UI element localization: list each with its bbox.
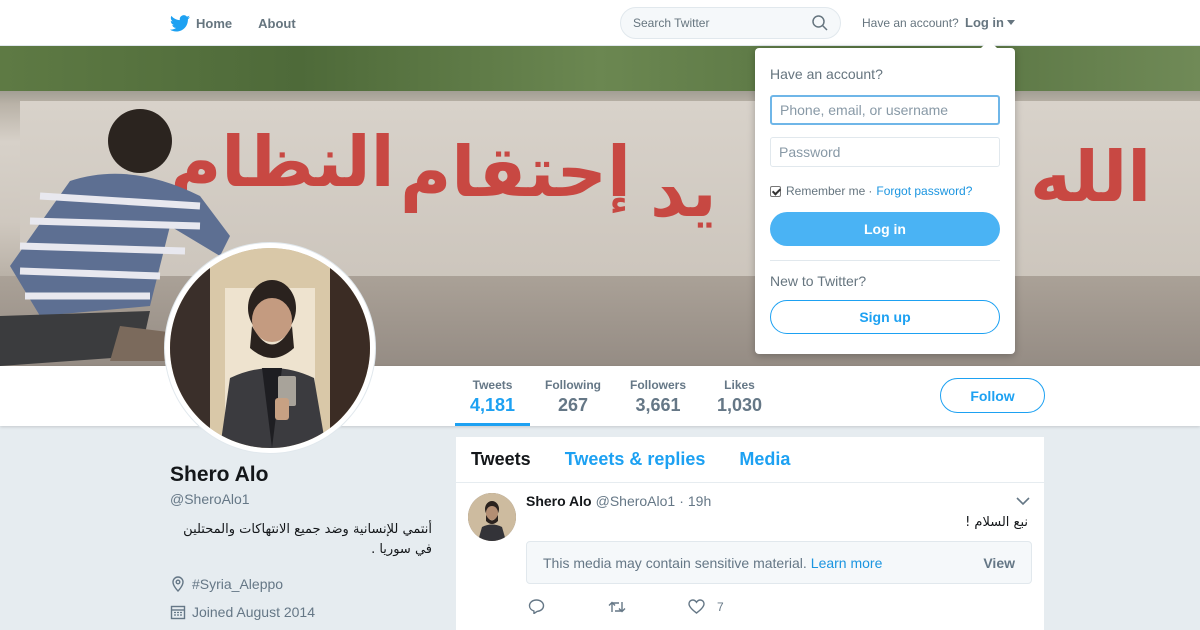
reply-action[interactable]	[528, 599, 608, 614]
tweet-item[interactable]: Shero Alo @SheroAlo1 · 19h نبع السلام ! …	[456, 483, 1044, 630]
tab-media[interactable]: Media	[739, 449, 790, 470]
chevron-down-icon[interactable]	[1016, 497, 1030, 506]
sensitive-media-notice: This media may contain sensitive materia…	[526, 541, 1032, 584]
have-account-text: Have an account?	[862, 16, 959, 30]
nav-about-label: About	[258, 15, 296, 31]
location-pin-icon	[172, 576, 184, 592]
top-navigation: Home About Search Twitter Have an accoun…	[0, 0, 1200, 46]
tweet-text: نبع السلام !	[965, 515, 1028, 530]
login-link-label: Log in	[965, 15, 1004, 30]
password-field[interactable]: Password	[770, 137, 1000, 167]
stat-likes-label: Likes	[724, 378, 755, 392]
stat-following-label: Following	[545, 378, 601, 392]
like-count: 7	[717, 599, 724, 614]
remember-separator: ·	[868, 184, 873, 198]
signup-button[interactable]: Sign up	[770, 300, 1000, 334]
tweet-avatar[interactable]	[468, 493, 516, 541]
remember-me-label[interactable]: Remember me	[786, 184, 865, 198]
login-dropdown-toggle[interactable]: Log in	[965, 15, 1015, 30]
stat-followers-value: 3,661	[635, 395, 681, 415]
tweet-separator: ·	[679, 493, 684, 509]
profile-name: Shero Alo	[170, 463, 269, 486]
avatar[interactable]	[165, 243, 375, 453]
search-icon[interactable]	[812, 15, 828, 31]
banner-graffiti-1: يد	[650, 151, 717, 233]
profile-location: #Syria_Aleppo	[170, 576, 283, 592]
login-button[interactable]: Log in	[770, 212, 1000, 246]
retweet-icon	[608, 601, 626, 612]
follow-button[interactable]: Follow	[940, 378, 1045, 413]
stat-followers-label: Followers	[630, 378, 687, 392]
timeline: Tweets Tweets & replies Media Shero Alo …	[456, 437, 1044, 630]
login-dropdown: Have an account? Phone, email, or userna…	[755, 40, 1015, 354]
dropdown-divider	[770, 260, 1000, 261]
stat-likes[interactable]: Likes 1,030	[717, 378, 762, 416]
profile-bio: أنتمي للإنسانية وضد جميع الانتهاكات والم…	[183, 522, 432, 557]
view-media-button[interactable]: View	[983, 555, 1015, 571]
tab-tweets[interactable]: Tweets	[471, 449, 531, 470]
remember-me-row: Remember me · Forgot password?	[770, 184, 972, 198]
sensitive-media-text: This media may contain sensitive materia…	[543, 554, 807, 571]
new-to-twitter-text: New to Twitter?	[770, 273, 867, 289]
timeline-tabs: Tweets Tweets & replies Media	[456, 437, 1044, 483]
remember-me-checkbox[interactable]	[770, 185, 781, 197]
forgot-password-link[interactable]: Forgot password?	[876, 184, 972, 198]
banner-trees	[0, 46, 1200, 91]
tweet-author-handle[interactable]: @SheroAlo1	[596, 493, 676, 509]
stat-tweets[interactable]: Tweets 4,181	[470, 378, 515, 416]
profile-joined-text: Joined August 2014	[192, 604, 315, 620]
search-placeholder: Search Twitter	[633, 16, 710, 30]
username-field[interactable]: Phone, email, or username	[770, 95, 1000, 125]
banner-graffiti-2: إحتقام	[400, 131, 631, 213]
twitter-bird-icon	[170, 14, 190, 31]
reply-icon	[528, 599, 545, 614]
tweet-avatar-photo	[468, 493, 516, 541]
profile-location-text[interactable]: #Syria_Aleppo	[192, 576, 283, 592]
profile-joined: Joined August 2014	[170, 604, 315, 620]
stat-following-value: 267	[557, 395, 589, 415]
stat-tweets-value: 4,181	[470, 395, 516, 415]
caret-down-icon	[1007, 20, 1015, 25]
stat-likes-value: 1,030	[717, 395, 763, 415]
like-action[interactable]: 7	[688, 599, 768, 614]
banner-graffiti-4: الله	[1030, 136, 1152, 218]
nav-home-label: Home	[196, 15, 233, 31]
stat-following[interactable]: Following 267	[545, 378, 601, 416]
tweet-author-name[interactable]: Shero Alo	[526, 493, 592, 509]
login-dropdown-title: Have an account?	[770, 66, 883, 82]
stat-tweets-label: Tweets	[472, 378, 513, 392]
heart-icon	[688, 599, 705, 614]
profile-handle: @SheroAlo1	[170, 491, 250, 507]
nav-home[interactable]: Home	[170, 14, 233, 32]
active-stat-underline	[455, 423, 530, 426]
nav-about[interactable]: About	[258, 16, 296, 31]
nav-left: Home About	[170, 0, 322, 46]
learn-more-link[interactable]: Learn more	[811, 555, 883, 571]
retweet-action[interactable]	[608, 600, 688, 614]
avatar-photo	[170, 248, 370, 448]
tweet-time[interactable]: 19h	[688, 493, 711, 509]
search-input[interactable]: Search Twitter	[620, 7, 841, 39]
stat-followers[interactable]: Followers 3,661	[630, 378, 686, 416]
tweet-header: Shero Alo @SheroAlo1 · 19h	[526, 493, 715, 509]
tweet-actions: 7	[528, 599, 768, 614]
tab-tweets-replies[interactable]: Tweets & replies	[565, 449, 706, 470]
calendar-icon	[170, 605, 186, 620]
